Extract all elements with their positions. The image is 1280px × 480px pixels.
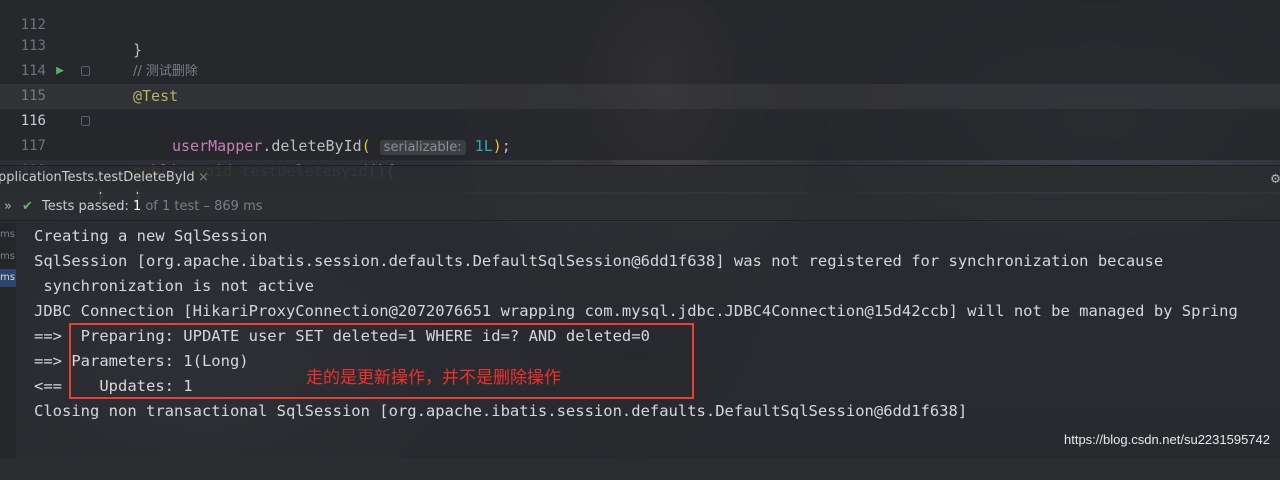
run-gutter-icon[interactable]: ▶ [52,63,68,79]
check-icon: ✔ [22,199,33,214]
test-status-bar: » ✔ Tests passed: 1 of 1 test – 869 ms [0,194,1280,221]
code-editor[interactable]: 112 } 113 // 测试删除 114 @Test 115 ▶ public… [0,0,1280,205]
double-chevron-icon[interactable]: » [4,194,12,220]
console-line: synchronization is not active [34,277,314,295]
timeline-item-selected[interactable]: ms [0,269,16,287]
test-timeline: ms ms ms [0,222,16,458]
console-line: JDBC Connection [HikariProxyConnection@2… [34,302,1238,320]
console-line: SqlSession [org.apache.ibatis.session.de… [34,252,1164,270]
tests-passed-status: Tests passed: 1 of 1 test – 869 ms [42,194,263,220]
fold-marker-icon[interactable] [81,116,90,126]
tests-passed-detail: of 1 test – 869 ms [145,199,263,214]
run-tab[interactable]: pplicationTests.testDeleteById [0,170,195,185]
watermark: https://blog.csdn.net/su2231595742 [1064,432,1270,447]
gear-icon[interactable]: ⚙ [1271,169,1280,187]
timeline-item[interactable]: ms [0,226,16,244]
tests-passed-prefix: Tests passed: [42,199,129,214]
tests-passed-count: 1 [133,199,142,214]
code-line-114[interactable]: 114 @Test [0,34,1280,105]
code-line-115[interactable]: 115 ▶ public void testDeleteById(){ [0,59,1280,180]
fold-marker-icon[interactable] [81,66,90,76]
code-line-117[interactable]: 117 } [0,109,1280,205]
annotation-note: 走的是更新操作，并不是删除操作 [306,368,561,388]
code-line-118[interactable]: 118 } [0,134,1280,205]
code-line-113[interactable]: 113 // 测试删除 [0,9,1280,79]
code-line-116[interactable]: 116 userMapper.deleteById( serializable:… [0,84,1280,155]
console-line: Creating a new SqlSession [34,227,268,245]
run-tab-bar: pplicationTests.testDeleteById × ⚙ [0,165,1280,192]
console-line: Closing non transactional SqlSession [or… [34,402,968,420]
close-icon[interactable]: × [198,170,209,185]
timeline-item[interactable]: ms [0,248,16,266]
